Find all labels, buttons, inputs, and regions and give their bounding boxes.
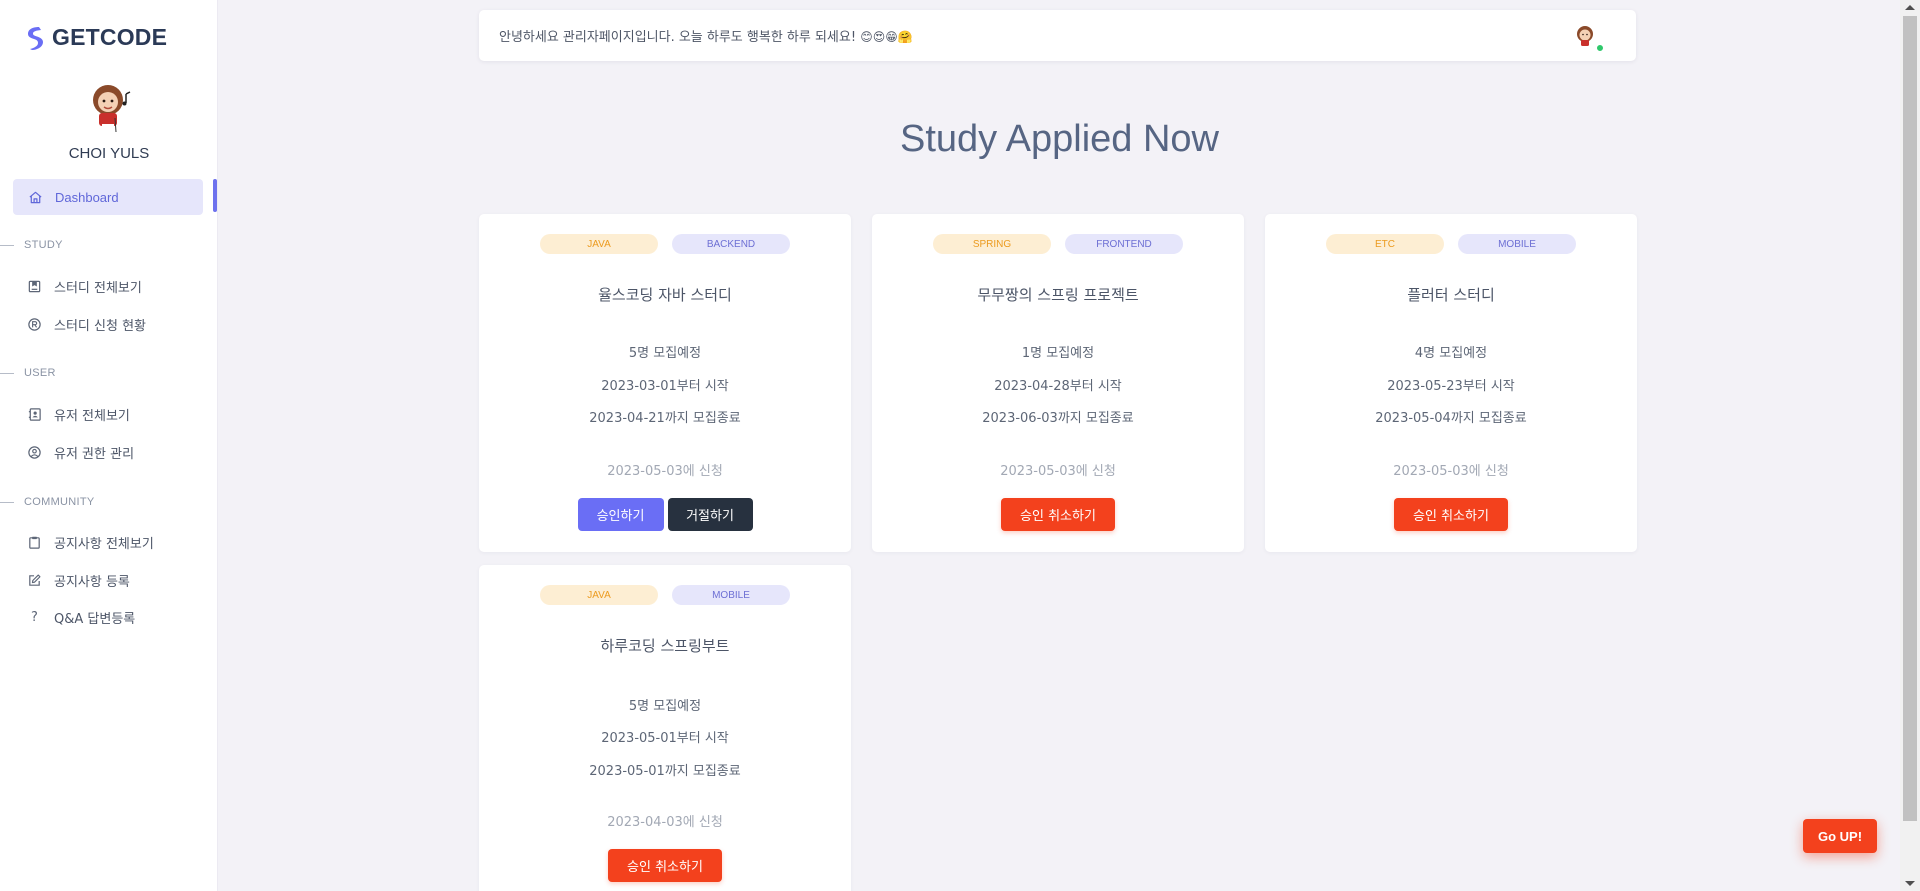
sidebar-item-qna-answer[interactable]: ? Q&A 답변등록: [27, 605, 135, 629]
language-tag: ETC: [1326, 234, 1444, 254]
field-tag: MOBILE: [672, 585, 790, 605]
profile-avatar: [93, 85, 131, 133]
study-title: 율스코딩 자바 스터디: [598, 286, 732, 304]
user-circle-icon: [27, 445, 42, 460]
sidebar-item-label: 공지사항 등록: [54, 574, 130, 590]
sidebar-item-label: 스터디 신청 현황: [54, 318, 146, 334]
sidebar-item-label: Dashboard: [55, 189, 119, 205]
greeting-emojis: 😊😍😁🤗: [860, 30, 913, 44]
edit-icon: [27, 573, 42, 588]
end-date: 2023-06-03까지 모집종료: [982, 411, 1134, 426]
sidebar-item-user-permissions[interactable]: 유저 권한 관리: [27, 440, 134, 464]
sidebar-item-label: 유저 전체보기: [54, 408, 130, 424]
field-tag: FRONTEND: [1065, 234, 1183, 254]
study-title: 하루코딩 스프링부트: [600, 637, 730, 655]
scrollbar[interactable]: [1900, 0, 1920, 891]
sidebar-item-label: Q&A 답변등록: [54, 611, 136, 627]
brand-logo-icon: [28, 26, 43, 50]
sidebar-item-notice-register[interactable]: 공지사항 등록: [27, 568, 130, 592]
scrollbar-thumb[interactable]: [1903, 16, 1917, 821]
start-date: 2023-03-01부터 시작: [601, 379, 729, 394]
scroll-up-arrow[interactable]: [1905, 5, 1915, 10]
approve-button[interactable]: 승인하기: [577, 498, 664, 531]
section-label-community: COMMUNITY: [0, 495, 95, 509]
applied-date: 2023-05-03에 신청: [607, 464, 723, 479]
profile-name: CHOI YULS: [68, 145, 150, 162]
study-card: JAVA MOBILE 하루코딩 스프링부트 5명 모집예정 2023-05-0…: [479, 565, 851, 891]
start-date: 2023-05-01부터 시작: [601, 731, 729, 746]
end-date: 2023-05-01까지 모집종료: [589, 764, 741, 779]
recruit-count: 5명 모집예정: [628, 699, 702, 714]
user-avatar[interactable]: [1574, 24, 1598, 48]
language-tag: SPRING: [933, 234, 1051, 254]
bookmark-box-icon: [27, 279, 42, 294]
cancel-approval-button[interactable]: 승인 취소하기: [608, 849, 722, 882]
registered-icon: [27, 317, 42, 332]
recruit-count: 5명 모집예정: [628, 346, 702, 361]
study-card: SPRING FRONTEND 무무짱의 스프링 프로젝트 1명 모집예정 20…: [872, 214, 1244, 552]
start-date: 2023-04-28부터 시작: [994, 379, 1122, 394]
topbar: 안녕하세요 관리자페이지입니다. 오늘 하루도 행복한 하루 되세요! 😊😍😁🤗: [479, 10, 1636, 61]
go-up-button[interactable]: Go UP!: [1803, 819, 1877, 853]
cancel-approval-button[interactable]: 승인 취소하기: [1394, 498, 1508, 531]
study-title: 무무짱의 스프링 프로젝트: [977, 286, 1139, 304]
reject-button[interactable]: 거절하기: [667, 498, 753, 531]
sidebar-item-label: 스터디 전체보기: [54, 280, 142, 296]
sidebar-item-study-list[interactable]: 스터디 전체보기: [27, 274, 142, 298]
greeting-text: 안녕하세요 관리자페이지입니다. 오늘 하루도 행복한 하루 되세요! 😊😍😁🤗: [499, 30, 913, 45]
brand[interactable]: GETCODE: [24, 24, 167, 51]
applied-date: 2023-04-03에 신청: [607, 815, 723, 830]
study-card: JAVA BACKEND 율스코딩 자바 스터디 5명 모집예정 2023-03…: [479, 214, 851, 552]
page-title: Study Applied Now: [900, 118, 1219, 160]
applied-date: 2023-05-03에 신청: [1393, 464, 1509, 479]
sidebar-item-study-applications[interactable]: 스터디 신청 현황: [27, 312, 146, 336]
language-tag: JAVA: [540, 234, 658, 254]
recruit-count: 4명 모집예정: [1414, 346, 1488, 361]
end-date: 2023-05-04까지 모집종료: [1375, 411, 1527, 426]
sidebar: GETCODE CHOI YULS Dashboard STUDY 스터디 전체…: [0, 0, 218, 891]
cancel-approval-button[interactable]: 승인 취소하기: [1001, 498, 1115, 531]
active-indicator: [213, 179, 217, 212]
scroll-down-arrow[interactable]: [1905, 881, 1915, 886]
online-status-dot: [1596, 44, 1604, 52]
sidebar-item-user-list[interactable]: 유저 전체보기: [27, 402, 130, 426]
contacts-book-icon: [27, 407, 42, 422]
question-icon: ?: [31, 609, 38, 625]
sidebar-item-label: 유저 권한 관리: [54, 446, 135, 462]
sidebar-item-dashboard[interactable]: Dashboard: [13, 179, 203, 215]
field-tag: MOBILE: [1458, 234, 1576, 254]
recruit-count: 1명 모집예정: [1021, 346, 1095, 361]
section-label-user: USER: [0, 366, 56, 380]
sidebar-item-label: 공지사항 전체보기: [54, 536, 154, 552]
applied-date: 2023-05-03에 신청: [1000, 464, 1116, 479]
start-date: 2023-05-23부터 시작: [1387, 379, 1515, 394]
home-icon: [28, 190, 43, 205]
end-date: 2023-04-21까지 모집종료: [589, 411, 741, 426]
clipboard-icon: [27, 535, 42, 550]
section-label-study: STUDY: [0, 238, 63, 252]
field-tag: BACKEND: [672, 234, 790, 254]
study-title: 플러터 스터디: [1407, 286, 1495, 304]
study-card: ETC MOBILE 플러터 스터디 4명 모집예정 2023-05-23부터 …: [1265, 214, 1637, 552]
sidebar-item-notice-list[interactable]: 공지사항 전체보기: [27, 530, 154, 554]
language-tag: JAVA: [540, 585, 658, 605]
brand-name: GETCODE: [52, 24, 168, 50]
